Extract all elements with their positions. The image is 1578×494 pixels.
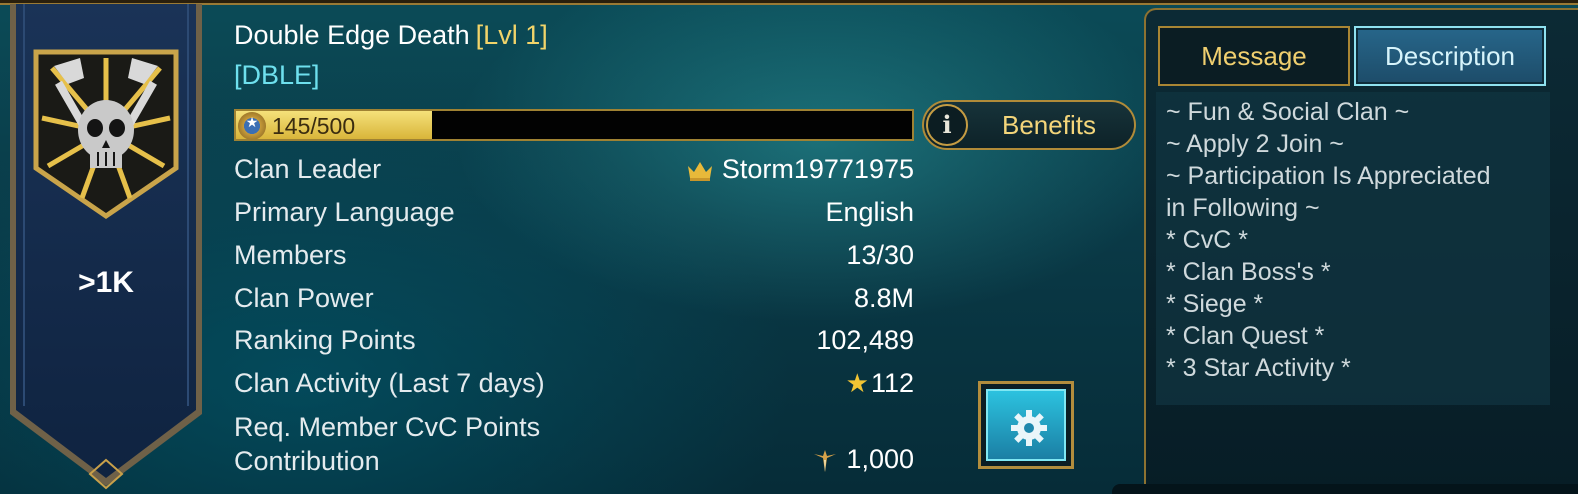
- description-line: * 3 Star Activity *: [1166, 354, 1351, 382]
- info-icon: i: [926, 104, 968, 146]
- bottom-edge: [1112, 484, 1578, 494]
- clan-xp-text: 145/500: [272, 113, 356, 139]
- description-line: * Clan Boss's *: [1166, 258, 1331, 286]
- info-row-label: Clan Activity (Last 7 days): [234, 368, 545, 398]
- description-line: in Following ~: [1166, 194, 1320, 222]
- ranking-points-value: 102,489: [816, 325, 914, 355]
- clan-name: Double Edge Death: [234, 20, 470, 50]
- members-value: 13/30: [846, 240, 914, 270]
- clan-level: [Lvl 1]: [475, 20, 548, 50]
- clan-emblem-icon: [33, 49, 179, 220]
- info-row-ranking-points: Ranking Points 102,489: [234, 325, 914, 363]
- clan-leader-value[interactable]: Storm19771975: [686, 154, 914, 185]
- info-row-clan-leader: Clan Leader Storm19771975: [234, 154, 914, 192]
- star-icon: ★: [845, 368, 869, 398]
- cvc-points-value: 1,000: [812, 444, 914, 475]
- description-line: ~ Apply 2 Join ~: [1166, 130, 1344, 158]
- gear-button-face: [986, 389, 1066, 461]
- description-line: ~ Fun & Social Clan ~: [1166, 98, 1410, 126]
- clan-power-value: 8.8M: [853, 283, 914, 313]
- info-row-clan-activity: Clan Activity (Last 7 days) ★112: [234, 368, 914, 406]
- info-row-cvc-points: 1,000: [234, 444, 914, 482]
- cvc-points-number: 1,000: [846, 444, 914, 474]
- benefits-label: Benefits: [1002, 110, 1096, 140]
- gear-icon: [1011, 410, 1047, 446]
- clan-description: ~ Fun & Social Clan ~ ~ Apply 2 Join ~ ~…: [1156, 92, 1550, 405]
- clan-activity-value: ★112: [846, 368, 914, 399]
- description-line: ~ Participation Is Appreciated: [1166, 162, 1491, 190]
- clan-level-badge-icon: ★: [238, 112, 266, 140]
- description-line: * Siege *: [1166, 290, 1264, 318]
- clan-leader-name: Storm19771975: [721, 154, 914, 184]
- cvc-points-icon: [814, 449, 837, 472]
- primary-language-value: English: [825, 197, 914, 227]
- clan-banner: [10, 4, 202, 494]
- clan-xp-bar: ★ 145/500: [234, 109, 914, 141]
- info-row-primary-language: Primary Language English: [234, 197, 914, 235]
- info-row-members: Members 13/30: [234, 240, 914, 278]
- info-row-label: Clan Leader: [234, 154, 382, 184]
- clan-tag: [DBLE]: [234, 60, 320, 90]
- clan-activity-number: 112: [870, 368, 914, 398]
- top-border: [0, 0, 1578, 5]
- description-line: * CvC *: [1166, 226, 1248, 254]
- clan-rank: >1K: [78, 266, 134, 299]
- crown-icon: [687, 161, 712, 181]
- description-line: * Clan Quest *: [1166, 322, 1325, 350]
- tab-description[interactable]: Description: [1354, 26, 1546, 86]
- info-row-clan-power: Clan Power 8.8M: [234, 283, 914, 321]
- clan-title: Double Edge Death [Lvl 1]: [234, 20, 548, 51]
- clan-settings-button[interactable]: [978, 381, 1074, 469]
- benefits-button[interactable]: i Benefits: [922, 100, 1136, 150]
- cvc-points-label-line1: Req. Member CvC Points: [234, 412, 541, 442]
- info-row-label: Clan Power: [234, 283, 374, 313]
- tab-message[interactable]: Message: [1158, 26, 1350, 86]
- info-row-label: Members: [234, 240, 347, 270]
- info-row-label: Ranking Points: [234, 325, 416, 355]
- info-row-label: Primary Language: [234, 197, 455, 227]
